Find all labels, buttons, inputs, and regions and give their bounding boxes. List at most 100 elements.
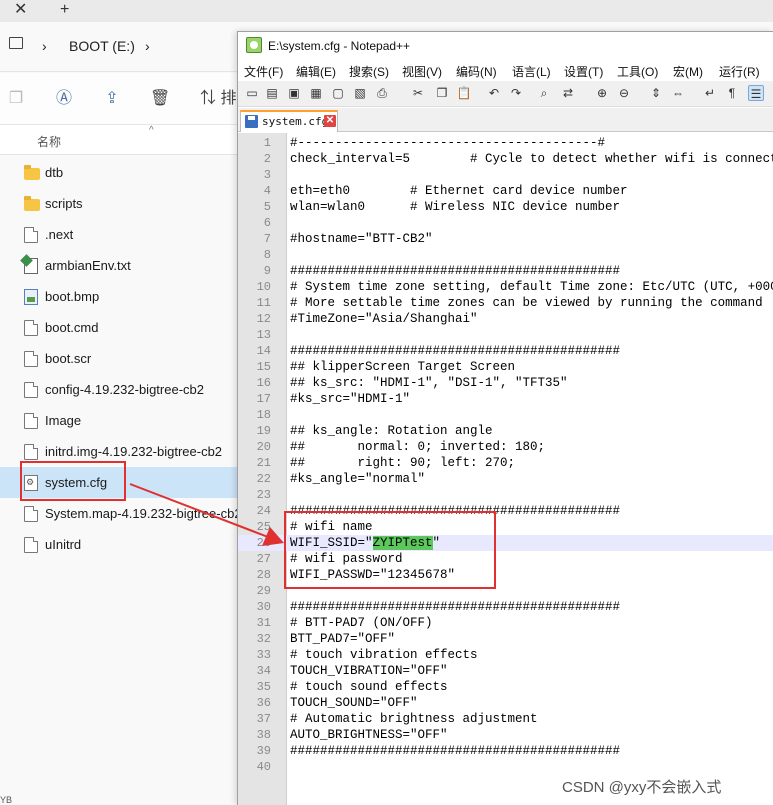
- indent-guide-icon[interactable]: ☰: [748, 85, 764, 101]
- rename-icon[interactable]: Ⓐ: [54, 89, 74, 109]
- code-line[interactable]: 4 eth=eth0 # Ethernet card device number: [238, 183, 773, 199]
- code-text: ########################################…: [290, 600, 621, 614]
- code-line[interactable]: 1 #--------------------------------------…: [238, 135, 773, 151]
- save-all-icon[interactable]: ▦: [308, 85, 324, 101]
- line-number: 4: [263, 184, 271, 198]
- code-line[interactable]: 35 # touch sound effects: [238, 679, 773, 695]
- share-icon[interactable]: ⇪: [102, 89, 122, 109]
- menu-item[interactable]: 宏(M): [673, 63, 703, 80]
- code-line[interactable]: 20 ## normal: 0; inverted: 180;: [238, 439, 773, 455]
- code-line[interactable]: 40: [238, 759, 773, 775]
- code-line[interactable]: 21 ## right: 90; left: 270;: [238, 455, 773, 471]
- code-line[interactable]: 22 #ks_angle="normal": [238, 471, 773, 487]
- sort-button[interactable]: ⇅ 排: [200, 89, 240, 109]
- zoom-in-icon[interactable]: ⊕: [594, 85, 610, 101]
- code-line[interactable]: 33 # touch vibration effects: [238, 647, 773, 663]
- redo-icon[interactable]: ↷: [508, 85, 524, 101]
- code-line[interactable]: 3: [238, 167, 773, 183]
- code-line[interactable]: 37 # Automatic brightness adjustment: [238, 711, 773, 727]
- code-line[interactable]: 11 # More settable time zones can be view…: [238, 295, 773, 311]
- code-line[interactable]: 7 #hostname="BTT-CB2": [238, 231, 773, 247]
- line-number: 40: [256, 760, 271, 774]
- menu-item[interactable]: 工具(O): [617, 63, 658, 80]
- column-name[interactable]: 名称: [37, 133, 61, 150]
- tab-close-icon[interactable]: ✕: [14, 0, 27, 20]
- line-number: 31: [256, 616, 271, 630]
- code-line[interactable]: 34 TOUCH_VIBRATION="OFF": [238, 663, 773, 679]
- code-text: wlan=wlan0 # Wireless NIC device number: [290, 200, 621, 214]
- new-tab-icon[interactable]: +: [60, 0, 69, 20]
- menu-item[interactable]: 视图(V): [402, 63, 442, 80]
- menu-item[interactable]: 设置(T): [564, 63, 603, 80]
- file-icon: [24, 227, 38, 243]
- line-number: 33: [256, 648, 271, 662]
- breadcrumb-drive[interactable]: BOOT (E:): [69, 38, 135, 54]
- sync-v-icon[interactable]: ⇕: [648, 85, 664, 101]
- code-line[interactable]: 31 # BTT-PAD7 (ON/OFF): [238, 615, 773, 631]
- code-line[interactable]: 9 #######################################…: [238, 263, 773, 279]
- tab-close-icon[interactable]: ✕: [324, 115, 336, 127]
- open-icon[interactable]: ▤: [264, 85, 280, 101]
- breadcrumb-separator[interactable]: ›: [145, 38, 150, 54]
- code-text: # touch sound effects: [290, 680, 448, 694]
- line-number: 34: [256, 664, 271, 678]
- code-line[interactable]: 32 BTT_PAD7="OFF": [238, 631, 773, 647]
- saved-file-icon: [245, 115, 258, 128]
- menu-item[interactable]: 搜索(S): [349, 63, 389, 80]
- code-line[interactable]: 39 ######################################…: [238, 743, 773, 759]
- code-line[interactable]: 14 ######################################…: [238, 343, 773, 359]
- code-line[interactable]: 8: [238, 247, 773, 263]
- paste-icon[interactable]: 📋: [456, 85, 472, 101]
- code-text: TOUCH_SOUND="OFF": [290, 696, 418, 710]
- code-line[interactable]: 38 AUTO_BRIGHTNESS="OFF": [238, 727, 773, 743]
- print-icon[interactable]: ⎙: [374, 85, 390, 101]
- line-number: 20: [256, 440, 271, 454]
- code-line[interactable]: 12 #TimeZone="Asia/Shanghai": [238, 311, 773, 327]
- code-line[interactable]: 16 ## ks_src: "HDMI-1", "DSI-1", "TFT35": [238, 375, 773, 391]
- code-line[interactable]: 19 ## ks_angle: Rotation angle: [238, 423, 773, 439]
- menu-item[interactable]: 编辑(E): [296, 63, 336, 80]
- file-name: dtb: [45, 165, 64, 180]
- wrap-icon[interactable]: ↵: [702, 85, 718, 101]
- title-bar: E:\system.cfg - Notepad++: [238, 32, 773, 60]
- new-icon[interactable]: ▭: [244, 85, 260, 101]
- code-line[interactable]: 36 TOUCH_SOUND="OFF": [238, 695, 773, 711]
- copy-icon[interactable]: ❐: [6, 89, 26, 109]
- file-name: Image: [45, 413, 82, 428]
- code-line[interactable]: 13: [238, 327, 773, 343]
- menu-item[interactable]: 语言(L): [512, 63, 551, 80]
- file-icon: [24, 537, 38, 553]
- menu-item[interactable]: 文件(F): [244, 63, 283, 80]
- code-line[interactable]: 30 ######################################…: [238, 599, 773, 615]
- code-line[interactable]: 23: [238, 487, 773, 503]
- save-icon[interactable]: ▣: [286, 85, 302, 101]
- zoom-out-icon[interactable]: ⊖: [616, 85, 632, 101]
- code-line[interactable]: 2 check_interval=5 # Cycle to detect whet…: [238, 151, 773, 167]
- find-icon[interactable]: ⌕: [536, 85, 552, 101]
- text-file-icon: [24, 258, 38, 274]
- close-icon[interactable]: ▢: [330, 85, 346, 101]
- sync-h-icon[interactable]: ⇔: [670, 85, 686, 101]
- line-number: 28: [256, 568, 271, 582]
- copy-icon[interactable]: ❐: [434, 85, 450, 101]
- tab-system-cfg[interactable]: system.cfg ✕: [240, 110, 338, 132]
- code-line[interactable]: 10 # System time zone setting, default Ti…: [238, 279, 773, 295]
- close-all-icon[interactable]: ▧: [352, 85, 368, 101]
- code-line[interactable]: 15 ## klipperScreen Target Screen: [238, 359, 773, 375]
- all-chars-icon[interactable]: ¶: [724, 85, 740, 101]
- menu-item[interactable]: 编码(N): [456, 63, 497, 80]
- code-line[interactable]: 6: [238, 215, 773, 231]
- undo-icon[interactable]: ↶: [486, 85, 502, 101]
- replace-icon[interactable]: ⇄: [560, 85, 576, 101]
- delete-icon[interactable]: 🗑: [150, 89, 170, 109]
- line-number: 18: [256, 408, 271, 422]
- file-icon: [24, 413, 38, 429]
- code-line[interactable]: 5 wlan=wlan0 # Wireless NIC device number: [238, 199, 773, 215]
- menu-item[interactable]: 运行(R): [719, 63, 760, 80]
- code-line[interactable]: 18: [238, 407, 773, 423]
- code-editor[interactable]: 1 #--------------------------------------…: [238, 133, 773, 805]
- cut-icon[interactable]: ✂: [410, 85, 426, 101]
- folder-icon: [24, 196, 40, 211]
- code-line[interactable]: 17 #ks_src="HDMI-1": [238, 391, 773, 407]
- line-number: 24: [256, 504, 271, 518]
